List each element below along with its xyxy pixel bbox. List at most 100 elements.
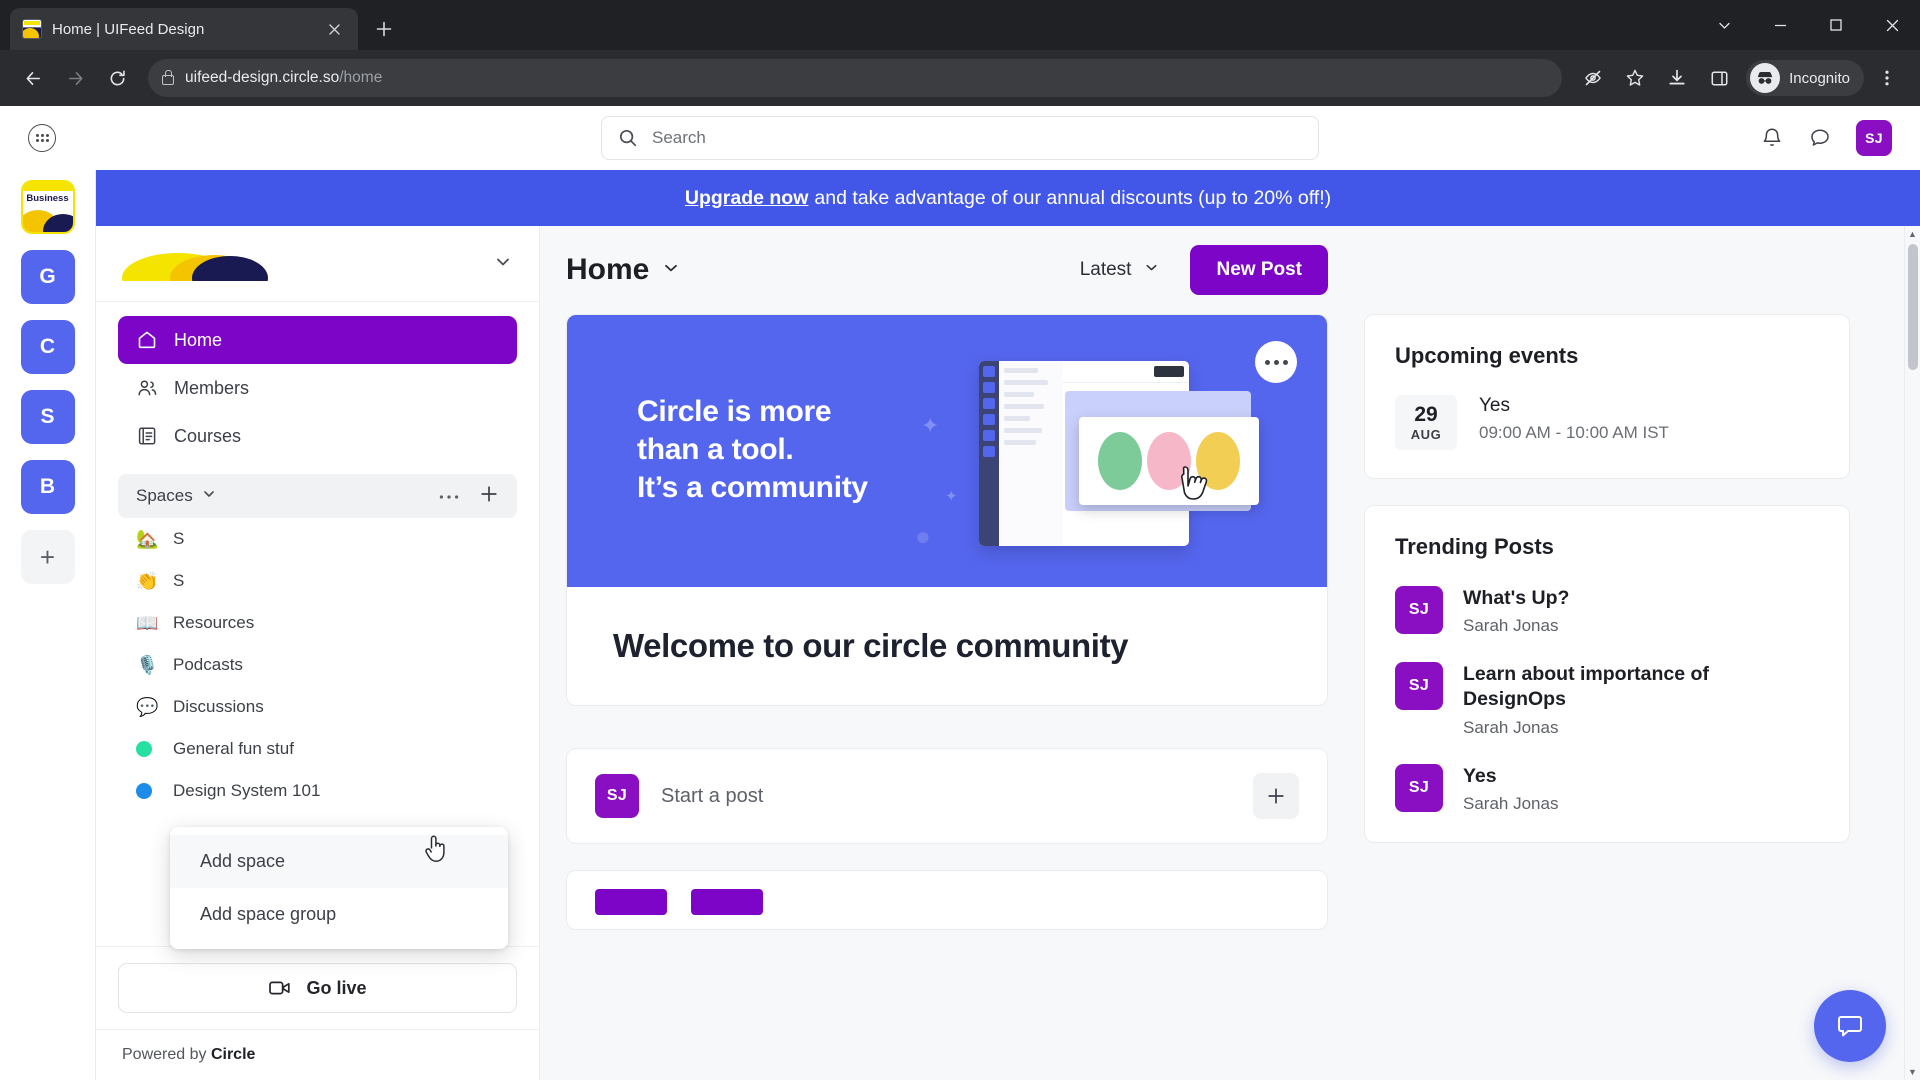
upgrade-now-link[interactable]: Upgrade now	[685, 187, 809, 210]
space-label: S	[173, 571, 185, 590]
trending-post-title: Yes	[1463, 764, 1497, 787]
composer-placeholder[interactable]: Start a post	[661, 785, 1231, 808]
hero-banner: Circle is more than a tool. It’s a commu…	[567, 315, 1327, 587]
scroll-down-icon[interactable]: ▼	[1905, 1064, 1920, 1080]
space-emoji-icon: 🏡	[136, 529, 159, 549]
window-minimize-icon[interactable]	[1696, 0, 1752, 50]
bookmark-star-icon[interactable]	[1616, 59, 1654, 97]
chat-bubble-button[interactable]	[1814, 990, 1886, 1062]
trending-post-details: Learn about importance of DesignOps Sara…	[1463, 662, 1793, 738]
web-page: Search SJ Upgrade now and take advantage…	[0, 106, 1920, 1080]
spaces-more-icon[interactable]	[439, 487, 459, 505]
main-content: Home Latest New Post Circle is more than…	[540, 226, 1920, 1080]
rail-item-workspace-c[interactable]: C	[20, 320, 75, 374]
space-item[interactable]: Design System 101	[118, 770, 517, 812]
post-chip	[691, 889, 763, 915]
window-restore-icon[interactable]	[1752, 0, 1808, 50]
forward-icon[interactable]	[56, 59, 94, 97]
url-domain: uifeed-design.circle.so	[185, 69, 340, 86]
event-item[interactable]: 29 AUG Yes 09:00 AM - 10:00 AM IST	[1395, 395, 1819, 450]
sidebar-item-label: Courses	[174, 425, 242, 446]
trending-posts-card: Trending Posts SJ What's Up? Sarah Jonas…	[1364, 504, 1850, 843]
chevron-down-icon[interactable]	[201, 486, 217, 507]
scrollbar-thumb[interactable]	[1908, 244, 1918, 370]
mouse-cursor-pointer-icon	[425, 835, 445, 862]
hero-card: Circle is more than a tool. It’s a commu…	[566, 314, 1328, 706]
avatar: SJ	[1395, 763, 1443, 812]
eye-off-icon[interactable]	[1574, 59, 1612, 97]
hero-cursor-icon	[1181, 466, 1208, 500]
reload-icon[interactable]	[98, 59, 136, 97]
post-composer[interactable]: SJ Start a post	[566, 748, 1328, 844]
space-emoji-icon: 📖	[136, 613, 159, 633]
hero-line-2: than a tool.	[637, 432, 794, 466]
rail-item-workspace-b[interactable]: B	[20, 460, 75, 514]
download-icon[interactable]	[1658, 59, 1696, 97]
rail-item-workspace-g[interactable]: G	[20, 250, 75, 304]
spaces-section-header[interactable]: Spaces	[118, 474, 517, 518]
avatar: SJ	[1395, 585, 1443, 634]
composer-avatar: SJ	[595, 774, 639, 818]
go-live-button[interactable]: Go live	[118, 963, 517, 1013]
space-item[interactable]: 🎙️ Podcasts	[118, 644, 517, 686]
sidebar-item-members[interactable]: Members	[118, 364, 517, 412]
space-color-dot	[136, 783, 158, 799]
space-item[interactable]: 💬 Discussions	[118, 686, 517, 728]
app-header: Search SJ	[0, 106, 1920, 170]
space-item[interactable]: 📖 Resources	[118, 602, 517, 644]
composer-add-button[interactable]	[1253, 773, 1299, 819]
space-item[interactable]: General fun stuf	[118, 728, 517, 770]
community-sidebar: Home Members Courses Spaces 🏡 S 👏 S 📖 Re…	[96, 226, 540, 1080]
back-icon[interactable]	[14, 59, 52, 97]
trending-post-item[interactable]: SJ Learn about importance of DesignOps S…	[1395, 661, 1819, 738]
spaces-add-icon[interactable]	[479, 484, 499, 509]
incognito-profile-button[interactable]: Incognito	[1746, 60, 1864, 96]
side-panel-icon[interactable]	[1700, 59, 1738, 97]
sidebar-actions: Go live	[96, 946, 539, 1029]
space-emoji-icon: 🎙️	[136, 655, 159, 675]
window-maximize-icon[interactable]	[1808, 0, 1864, 50]
space-item[interactable]: 👏 S	[118, 560, 517, 602]
space-label: Resources	[173, 613, 255, 632]
browser-toolbar: uifeed-design.circle.so/home Incognito	[0, 50, 1920, 106]
powered-by-footer: Powered by Circle	[96, 1029, 539, 1080]
rail-item-brand-workspace[interactable]: Business	[20, 180, 75, 234]
window-close-icon[interactable]	[1864, 0, 1920, 50]
sidebar-item-courses[interactable]: Courses	[118, 412, 517, 460]
trending-post-author: Sarah Jonas	[1463, 615, 1559, 635]
apps-grid-icon[interactable]	[28, 124, 56, 152]
new-tab-button[interactable]	[366, 11, 402, 47]
community-brand[interactable]	[96, 226, 539, 302]
page-title-chevron-down-icon[interactable]	[661, 258, 681, 283]
address-bar[interactable]: uifeed-design.circle.so/home	[148, 59, 1563, 97]
next-post-card	[566, 870, 1328, 930]
page-scrollbar[interactable]: ▲ ▼	[1904, 226, 1920, 1080]
trending-post-item[interactable]: SJ Yes Sarah Jonas	[1395, 763, 1819, 814]
url-path: /home	[339, 69, 383, 86]
kebab-menu-icon[interactable]	[1868, 59, 1906, 97]
menu-item-add-space-group[interactable]: Add space group	[170, 888, 508, 941]
scroll-up-icon[interactable]: ▲	[1905, 226, 1920, 242]
browser-tab[interactable]: Home | UIFeed Design	[10, 8, 358, 50]
menu-item-add-space[interactable]: Add space	[170, 835, 508, 888]
add-workspace-button[interactable]: +	[20, 530, 75, 584]
sidebar-item-home[interactable]: Home	[118, 316, 517, 364]
search-input[interactable]: Search	[601, 116, 1319, 160]
tab-favicon	[22, 19, 42, 39]
chevron-down-icon[interactable]	[493, 252, 513, 276]
event-day: 29	[1414, 403, 1438, 426]
tab-close-icon[interactable]	[322, 17, 346, 41]
chat-icon[interactable]	[1808, 126, 1832, 150]
incognito-avatar-icon	[1750, 63, 1781, 93]
trending-post-item[interactable]: SJ What's Up? Sarah Jonas	[1395, 585, 1819, 636]
new-post-button[interactable]: New Post	[1190, 245, 1328, 295]
trending-post-title: Learn about importance of DesignOps	[1463, 662, 1709, 711]
welcome-heading: Welcome to our circle community	[613, 627, 1129, 664]
search-icon	[619, 129, 637, 147]
workspace-rail: Business G C S B +	[0, 170, 96, 1080]
sort-dropdown[interactable]: Latest	[1080, 259, 1161, 282]
space-item[interactable]: 🏡 S	[118, 518, 517, 560]
rail-item-workspace-s[interactable]: S	[20, 390, 75, 444]
bell-icon[interactable]	[1760, 126, 1784, 150]
avatar[interactable]: SJ	[1856, 120, 1892, 156]
